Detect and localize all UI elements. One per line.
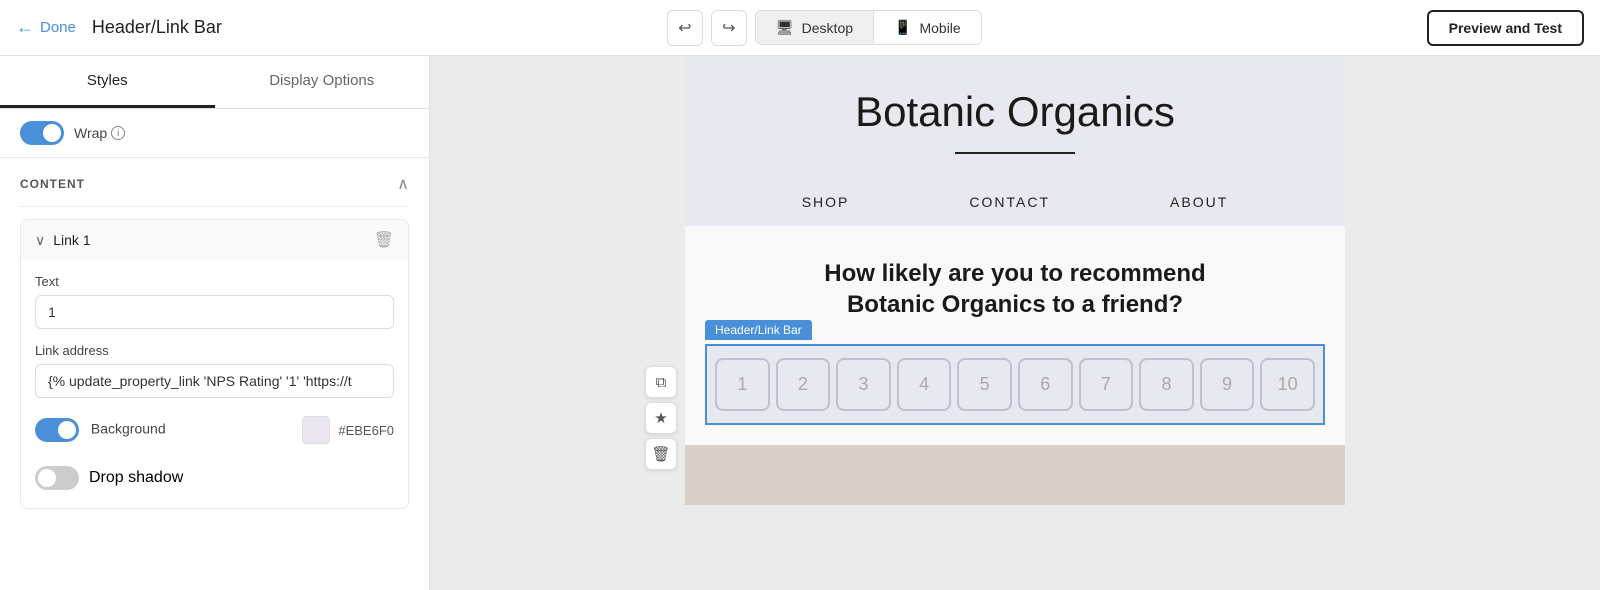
nps-btn-6[interactable]: 6 <box>1018 358 1073 411</box>
redo-icon: ↪ <box>722 18 735 38</box>
favorite-button[interactable]: ★ <box>645 402 677 434</box>
wrap-toggle[interactable] <box>20 121 64 145</box>
link-address-input[interactable] <box>35 364 394 398</box>
link-address-field-group: Link address <box>35 343 394 398</box>
site-header: Botanic Organics SHOP CONTACT ABOUT <box>685 56 1345 226</box>
header-link-bar[interactable]: 1 2 3 4 5 6 7 8 9 10 <box>705 344 1325 425</box>
toolbar-center: ↩ ↪ 🖥 Desktop 📱 Mobile <box>667 10 982 46</box>
nps-btn-1[interactable]: 1 <box>715 358 770 411</box>
copy-button[interactable]: ⧉ <box>645 366 677 398</box>
nps-btn-4[interactable]: 4 <box>897 358 952 411</box>
view-toggle: 🖥 Desktop 📱 Mobile <box>755 10 982 45</box>
site-title: Botanic Organics <box>685 88 1345 136</box>
header-link-bar-container: Header/Link Bar 1 2 3 4 5 6 7 8 9 <box>705 344 1325 425</box>
link-fields: Text Link address Background <box>21 260 408 508</box>
nav-item-shop[interactable]: SHOP <box>742 178 910 226</box>
background-row: Background #EBE6F0 <box>35 412 394 448</box>
delete-button[interactable]: 🗑 <box>645 438 677 470</box>
section-header: CONTENT ∧ <box>20 158 409 207</box>
mobile-view-button[interactable]: 📱 Mobile <box>874 11 981 44</box>
preview-wrapper: ⧉ ★ 🗑 Botanic Organics SHOP CONTACT ABOU… <box>685 56 1345 505</box>
link-address-label: Link address <box>35 343 394 358</box>
wrap-section: Wrap i <box>0 109 429 158</box>
background-label: Background <box>35 418 166 442</box>
undo-icon: ↩ <box>678 18 691 38</box>
drop-shadow-row: Drop shadow <box>35 462 394 494</box>
text-field-group: Text <box>35 274 394 329</box>
preview-area: ⧉ ★ 🗑 Botanic Organics SHOP CONTACT ABOU… <box>430 56 1600 590</box>
panel-tabs: Styles Display Options <box>0 56 429 109</box>
toolbar: ← Done Header/Link Bar ↩ ↪ 🖥 Desktop 📱 M… <box>0 0 1600 56</box>
drop-shadow-toggle[interactable] <box>35 466 79 490</box>
nps-btn-5[interactable]: 5 <box>957 358 1012 411</box>
main-layout: Styles Display Options Wrap i CONTENT ∧ … <box>0 56 1600 590</box>
wrap-label: Wrap i <box>74 125 125 141</box>
survey-question: How likely are you to recommendBotanic O… <box>705 258 1325 320</box>
preview-frame: Botanic Organics SHOP CONTACT ABOUT How … <box>685 56 1345 505</box>
back-arrow-icon: ← <box>16 17 34 38</box>
tab-styles[interactable]: Styles <box>0 56 215 108</box>
redo-button[interactable]: ↪ <box>711 10 747 46</box>
nps-btn-3[interactable]: 3 <box>836 358 891 411</box>
color-hex-value: #EBE6F0 <box>338 423 394 438</box>
color-swatch-wrap: #EBE6F0 <box>302 416 394 444</box>
delete-link-icon[interactable]: 🗑 <box>374 230 394 250</box>
collapse-icon[interactable]: ∧ <box>397 174 409 194</box>
page-title: Header/Link Bar <box>92 17 222 38</box>
toolbar-left: ← Done Header/Link Bar <box>16 17 222 38</box>
desktop-label: Desktop <box>802 20 853 36</box>
site-divider <box>955 152 1075 154</box>
nps-btn-9[interactable]: 9 <box>1200 358 1255 411</box>
undo-button[interactable]: ↩ <box>667 10 703 46</box>
tab-display-options[interactable]: Display Options <box>215 56 430 108</box>
text-input[interactable] <box>35 295 394 329</box>
floating-action-bar: ⧉ ★ 🗑 <box>645 366 677 470</box>
link-header[interactable]: ∨ Link 1 🗑 <box>21 220 408 260</box>
text-label: Text <box>35 274 394 289</box>
chevron-down-icon: ∨ <box>35 232 45 249</box>
preview-container: ⧉ ★ 🗑 Botanic Organics SHOP CONTACT ABOU… <box>430 56 1600 590</box>
link-header-left: ∨ Link 1 <box>35 232 91 249</box>
nav-item-contact[interactable]: CONTACT <box>909 178 1110 226</box>
drop-shadow-label: Drop shadow <box>89 469 183 487</box>
content-section: CONTENT ∧ ∨ Link 1 🗑 Text <box>0 158 429 521</box>
mobile-icon: 📱 <box>894 19 911 36</box>
link-item: ∨ Link 1 🗑 Text Link address <box>20 219 409 509</box>
survey-section: How likely are you to recommendBotanic O… <box>685 226 1345 445</box>
color-swatch[interactable] <box>302 416 330 444</box>
nps-btn-10[interactable]: 10 <box>1260 358 1315 411</box>
link-label: Link 1 <box>53 232 90 248</box>
desktop-view-button[interactable]: 🖥 Desktop <box>756 11 873 44</box>
mobile-label: Mobile <box>919 20 960 36</box>
header-link-bar-label: Header/Link Bar <box>705 320 812 340</box>
nps-btn-2[interactable]: 2 <box>776 358 831 411</box>
nav-item-about[interactable]: ABOUT <box>1110 178 1288 226</box>
site-nav: SHOP CONTACT ABOUT <box>685 178 1345 226</box>
bottom-image-strip <box>685 445 1345 505</box>
background-toggle[interactable] <box>35 418 79 442</box>
section-title: CONTENT <box>20 177 85 191</box>
back-label: Done <box>40 19 76 36</box>
nps-btn-8[interactable]: 8 <box>1139 358 1194 411</box>
left-panel: Styles Display Options Wrap i CONTENT ∧ … <box>0 56 430 590</box>
back-button[interactable]: ← Done <box>16 17 76 38</box>
wrap-info-icon[interactable]: i <box>111 126 125 140</box>
nps-btn-7[interactable]: 7 <box>1079 358 1134 411</box>
preview-button[interactable]: Preview and Test <box>1427 10 1584 46</box>
desktop-icon: 🖥 <box>776 19 794 36</box>
